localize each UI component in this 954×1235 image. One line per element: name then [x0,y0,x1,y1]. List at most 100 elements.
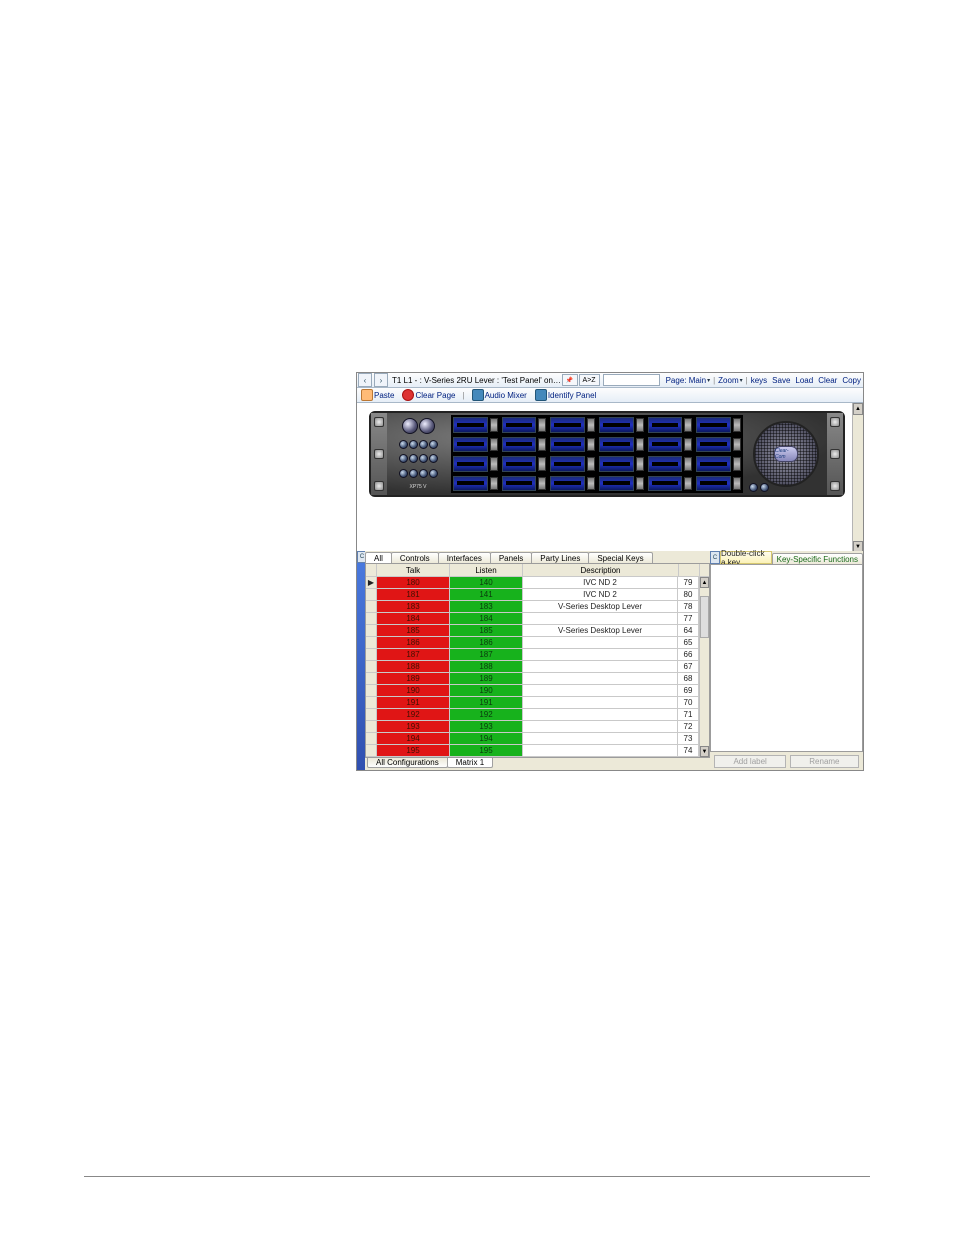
lever-key[interactable] [451,474,500,494]
lever-key[interactable] [500,454,549,474]
cell-description[interactable]: V-Series Desktop Lever [523,625,678,636]
button-icon[interactable] [399,454,408,463]
search-input[interactable] [603,374,660,386]
button-icon[interactable] [409,440,418,449]
cell-talk[interactable]: 183 [377,601,450,612]
cell-description[interactable] [523,697,678,708]
cell-description[interactable] [523,673,678,684]
cell-talk[interactable]: 195 [377,745,450,756]
rename-button[interactable]: Rename [790,755,858,768]
lever-key[interactable] [694,435,743,455]
tab-party-lines[interactable]: Party Lines [531,552,589,563]
cell-description[interactable] [523,613,678,624]
cell-description[interactable] [523,637,678,648]
button-icon[interactable] [429,469,438,478]
clear-button[interactable]: Clear [817,376,837,385]
scroll-thumb[interactable] [700,596,709,638]
cell-listen[interactable]: 189 [450,673,523,684]
clear-page-button[interactable]: Clear Page [402,389,455,401]
lever-key[interactable] [597,435,646,455]
cell-talk[interactable]: 188 [377,661,450,672]
lever-key[interactable] [500,415,549,435]
cell-listen[interactable]: 190 [450,685,523,696]
panel-scrollbar[interactable]: ▲ ▼ [852,403,863,553]
lever-key[interactable] [694,474,743,494]
rotary-knob-icon[interactable] [419,418,435,434]
lever-key[interactable] [646,454,695,474]
cell-description[interactable]: IVC ND 2 [523,577,678,588]
cell-description[interactable]: V-Series Desktop Lever [523,601,678,612]
cell-listen[interactable]: 184 [450,613,523,624]
collapse-icon[interactable]: C [710,551,720,564]
bottom-tab-matrix-1[interactable]: Matrix 1 [447,758,493,768]
table-row[interactable]: 19519574 [366,745,699,757]
cell-description[interactable] [523,721,678,732]
lever-key[interactable] [646,474,695,494]
table-row[interactable]: 18418477 [366,613,699,625]
lever-key[interactable] [500,435,549,455]
lever-key[interactable] [500,474,549,494]
button-icon[interactable] [419,440,428,449]
cell-listen[interactable]: 185 [450,625,523,636]
button-icon[interactable] [399,440,408,449]
lever-key[interactable] [597,474,646,494]
cell-talk[interactable]: 191 [377,697,450,708]
cell-description[interactable]: IVC ND 2 [523,589,678,600]
table-row[interactable]: 18918968 [366,673,699,685]
cell-description[interactable] [523,661,678,672]
cell-listen[interactable]: 194 [450,733,523,744]
lever-key[interactable] [646,415,695,435]
add-label-button[interactable]: Add label [714,755,785,768]
button-icon[interactable] [419,469,428,478]
cell-talk[interactable]: 187 [377,649,450,660]
button-icon[interactable] [760,483,769,492]
button-icon[interactable] [419,454,428,463]
table-row[interactable]: 183183V-Series Desktop Lever78 [366,601,699,613]
tab-all[interactable]: All [365,552,392,563]
header-description[interactable]: Description [523,564,679,576]
cell-talk[interactable]: 185 [377,625,450,636]
lever-key[interactable] [548,415,597,435]
cell-listen[interactable]: 183 [450,601,523,612]
cell-description[interactable] [523,649,678,660]
button-icon[interactable] [409,469,418,478]
lever-key[interactable] [548,474,597,494]
cell-talk[interactable]: 180 [377,577,450,588]
cell-talk[interactable]: 181 [377,589,450,600]
cell-listen[interactable]: 188 [450,661,523,672]
nav-forward-button[interactable]: › [374,373,388,387]
lever-key[interactable] [451,435,500,455]
cell-description[interactable] [523,745,678,756]
zoom-dropdown[interactable]: Zoom [718,376,742,385]
scroll-up-icon[interactable]: ▲ [853,403,863,415]
save-button[interactable]: Save [771,376,790,385]
button-icon[interactable] [409,454,418,463]
cell-talk[interactable]: 184 [377,613,450,624]
lever-key[interactable] [694,454,743,474]
lever-key[interactable] [597,454,646,474]
cell-listen[interactable]: 195 [450,745,523,756]
cell-talk[interactable]: 186 [377,637,450,648]
tab-interfaces[interactable]: Interfaces [438,552,491,563]
cell-listen[interactable]: 191 [450,697,523,708]
cell-listen[interactable]: 192 [450,709,523,720]
scroll-down-icon[interactable]: ▼ [700,746,709,757]
table-row[interactable]: 19019069 [366,685,699,697]
lever-key[interactable] [548,435,597,455]
load-button[interactable]: Load [794,376,813,385]
grid-scrollbar[interactable]: ▲ ▼ [699,577,709,757]
rotary-knob-icon[interactable] [402,418,418,434]
rack-panel[interactable]: XP75 V Clear-Com [369,411,845,497]
page-dropdown[interactable]: Page: Main [666,376,710,385]
table-row[interactable]: 19119170 [366,697,699,709]
tab-key-specific-functions[interactable]: Key-Specific Functions [772,553,863,564]
header-talk[interactable]: Talk [377,564,450,576]
table-row[interactable]: 185185V-Series Desktop Lever64 [366,625,699,637]
pin-icon[interactable]: 📌 [562,374,578,386]
cell-description[interactable] [523,733,678,744]
cell-listen[interactable]: 193 [450,721,523,732]
cell-talk[interactable]: 189 [377,673,450,684]
cell-talk[interactable]: 192 [377,709,450,720]
button-icon[interactable] [429,440,438,449]
table-row[interactable]: 18818867 [366,661,699,673]
